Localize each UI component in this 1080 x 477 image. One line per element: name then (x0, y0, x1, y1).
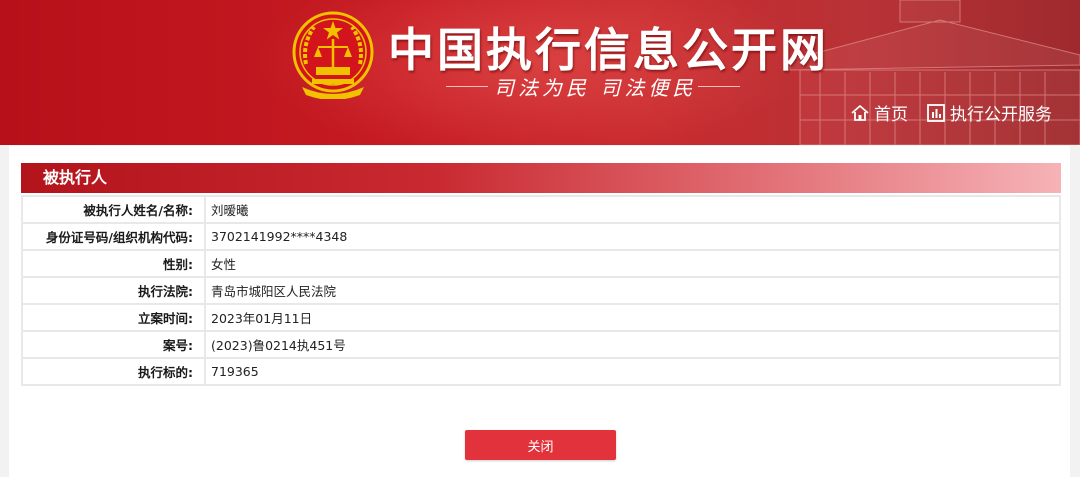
site-header: 中国执行信息公开网 司法为民 司法便民 首页 执行公开服务 (0, 0, 1080, 145)
person-info-table: 被执行人姓名/名称: 刘暧曦 身份证号码/组织机构代码: 3702141992*… (21, 195, 1061, 386)
field-value: 3702141992****4348 (204, 222, 1061, 251)
site-title: 中国执行信息公开网 (388, 23, 829, 77)
table-row: 案号: (2023)鲁0214执451号 (21, 330, 1061, 359)
field-label: 执行法院: (21, 276, 206, 305)
nav-item-home-label: 首页 (874, 105, 908, 125)
section-title: 被执行人 (21, 163, 1061, 193)
detail-panel: 被执行人 被执行人姓名/名称: 刘暧曦 身份证号码/组织机构代码: 370214… (9, 146, 1070, 477)
table-row: 性别: 女性 (21, 249, 1061, 278)
nav-item-execution-services-label: 执行公开服务 (950, 105, 1052, 125)
table-row: 身份证号码/组织机构代码: 3702141992****4348 (21, 222, 1061, 251)
field-label: 被执行人姓名/名称: (21, 195, 206, 224)
field-value: 2023年01月11日 (204, 303, 1061, 332)
slogan-line-left (446, 86, 488, 87)
table-row: 立案时间: 2023年01月11日 (21, 303, 1061, 332)
field-value: (2023)鲁0214执451号 (204, 330, 1061, 359)
field-label: 性别: (21, 249, 206, 278)
field-label: 案号: (21, 330, 206, 359)
nav-item-execution-services[interactable]: 执行公开服务 (926, 100, 1052, 125)
table-row: 执行标的: 719365 (21, 357, 1061, 386)
field-value: 女性 (204, 249, 1061, 278)
nav-item-home[interactable]: 首页 (850, 100, 908, 125)
field-value: 719365 (204, 357, 1061, 386)
field-label: 立案时间: (21, 303, 206, 332)
field-value: 青岛市城阳区人民法院 (204, 276, 1061, 305)
close-button[interactable]: 关闭 (465, 430, 616, 460)
chart-icon (927, 103, 945, 122)
table-row: 被执行人姓名/名称: 刘暧曦 (21, 195, 1061, 224)
table-row: 执行法院: 青岛市城阳区人民法院 (21, 276, 1061, 305)
home-icon (851, 104, 869, 121)
field-value: 刘暧曦 (204, 195, 1061, 224)
slogan-line-right (698, 86, 740, 87)
field-label: 身份证号码/组织机构代码: (21, 222, 206, 251)
court-emblem-icon (292, 11, 374, 99)
header-nav: 首页 执行公开服务 (850, 100, 1052, 125)
field-label: 执行标的: (21, 357, 206, 386)
site-slogan: 司法为民 司法便民 (494, 76, 697, 100)
